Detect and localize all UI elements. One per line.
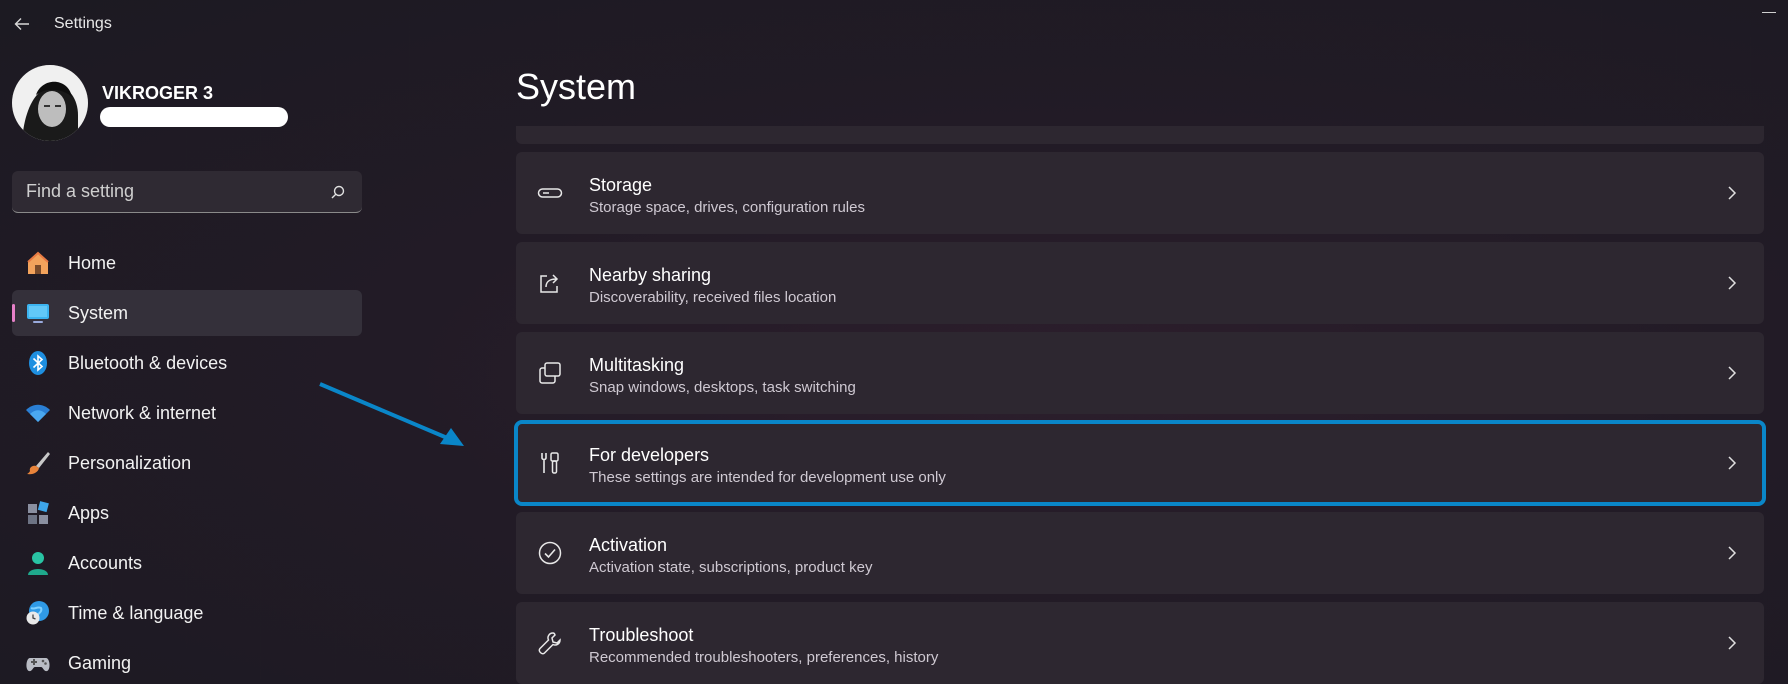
brush-icon — [24, 449, 52, 477]
card-title: Troubleshoot — [589, 625, 694, 645]
storage-icon — [536, 179, 564, 207]
multitasking-icon — [536, 359, 564, 387]
card-title: For developers — [589, 445, 710, 465]
sidebar-item-label: Personalization — [68, 452, 192, 473]
card-troubleshoot[interactable]: Troubleshoot Recommended troubleshooters… — [516, 602, 1764, 684]
annotation-arrow-icon — [319, 382, 464, 446]
bluetooth-icon — [24, 349, 52, 377]
profile-name: VIKROGER 3 — [102, 83, 214, 103]
card-title: Storage — [589, 175, 653, 195]
search-field[interactable]: Find a setting — [12, 171, 362, 213]
back-arrow-icon — [14, 18, 29, 30]
page-title: System — [516, 66, 637, 107]
chevron-right-icon — [1722, 633, 1742, 653]
sidebar-item-label: Bluetooth & devices — [68, 352, 228, 373]
sidebar-item-gaming[interactable]: Gaming — [12, 640, 362, 684]
profile-email-redacted — [100, 107, 288, 127]
chevron-right-icon — [1722, 183, 1742, 203]
developer-tools-icon — [536, 449, 564, 477]
previous-card-partial[interactable] — [516, 126, 1764, 144]
sidebar-item-label: Home — [68, 252, 117, 273]
chevron-right-icon — [1722, 543, 1742, 563]
card-subtitle: These settings are intended for developm… — [589, 469, 946, 486]
wifi-icon — [24, 399, 52, 427]
card-subtitle: Activation state, subscriptions, product… — [589, 559, 873, 576]
card-subtitle: Recommended troubleshooters, preferences… — [589, 649, 939, 666]
sidebar-item-network[interactable]: Network & internet — [12, 390, 362, 436]
card-multitasking[interactable]: Multitasking Snap windows, desktops, tas… — [516, 332, 1764, 414]
apps-icon — [24, 499, 52, 527]
minimize-button[interactable] — [1762, 12, 1776, 13]
sidebar-item-accounts[interactable]: Accounts — [12, 540, 362, 586]
card-activation[interactable]: Activation Activation state, subscriptio… — [516, 512, 1764, 594]
sidebar-item-home[interactable]: Home — [12, 240, 362, 286]
system-icon — [24, 299, 52, 327]
sidebar-item-bluetooth[interactable]: Bluetooth & devices — [12, 340, 362, 386]
gamepad-icon — [24, 649, 52, 677]
sidebar-item-label: Time & language — [68, 602, 204, 623]
sidebar-item-label: System — [68, 302, 129, 323]
back-button[interactable] — [10, 12, 34, 36]
card-subtitle: Snap windows, desktops, task switching — [589, 379, 856, 396]
home-icon — [24, 249, 52, 277]
card-title: Nearby sharing — [589, 265, 712, 285]
sidebar-item-apps[interactable]: Apps — [12, 490, 362, 536]
title-bar: Settings — [0, 0, 1788, 48]
card-for-developers[interactable]: For developers These settings are intend… — [514, 420, 1766, 506]
card-subtitle: Storage space, drives, configuration rul… — [589, 199, 865, 216]
accounts-icon — [24, 549, 52, 577]
sidebar-item-system[interactable]: System — [12, 290, 362, 336]
sidebar-item-label: Network & internet — [68, 402, 217, 423]
card-title: Activation — [589, 535, 668, 555]
share-icon — [536, 269, 564, 297]
wrench-icon — [536, 629, 564, 657]
sidebar-item-time-language[interactable]: Time & language — [12, 590, 362, 636]
sidebar-nav: Home System Bluetooth & devices Network … — [12, 240, 362, 684]
app-title: Settings — [54, 15, 112, 32]
card-storage[interactable]: Storage Storage space, drives, configura… — [516, 152, 1764, 234]
user-profile[interactable]: VIKROGER 3 — [12, 65, 372, 141]
card-title: Multitasking — [589, 355, 685, 375]
search-icon[interactable] — [328, 182, 348, 202]
sidebar-item-label: Apps — [68, 502, 110, 523]
card-nearby-sharing[interactable]: Nearby sharing Discoverability, received… — [516, 242, 1764, 324]
chevron-right-icon — [1722, 453, 1742, 473]
avatar — [12, 65, 88, 141]
check-circle-icon — [536, 539, 564, 567]
sidebar-item-label: Accounts — [68, 552, 143, 573]
card-subtitle: Discoverability, received files location — [589, 289, 837, 306]
globe-clock-icon — [24, 599, 52, 627]
sidebar-item-personalization[interactable]: Personalization — [12, 440, 362, 486]
chevron-right-icon — [1722, 273, 1742, 293]
search-input[interactable]: Find a setting — [26, 181, 328, 202]
chevron-right-icon — [1722, 363, 1742, 383]
sidebar-item-label: Gaming — [68, 652, 132, 673]
